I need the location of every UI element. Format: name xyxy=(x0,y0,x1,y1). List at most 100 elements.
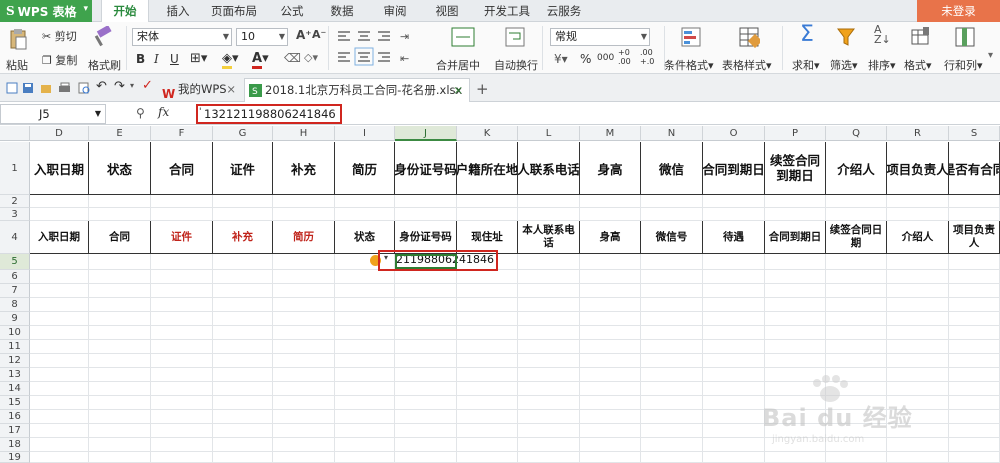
tab-insert[interactable]: 插入 xyxy=(158,0,198,22)
grid-cell[interactable] xyxy=(580,195,641,208)
print-icon[interactable] xyxy=(58,82,70,94)
grid-cell[interactable] xyxy=(949,368,1000,382)
grid-cell[interactable] xyxy=(457,396,518,410)
grid-cell[interactable] xyxy=(89,452,151,463)
close-icon[interactable]: × xyxy=(226,78,236,100)
row-header-6[interactable]: 6 xyxy=(0,270,30,284)
grid-cell[interactable] xyxy=(641,452,703,463)
sort-label[interactable]: 排序▾ xyxy=(868,57,896,73)
tab-view[interactable]: 视图 xyxy=(427,0,467,22)
grid-cell[interactable] xyxy=(703,254,765,270)
row-header-15[interactable]: 15 xyxy=(0,396,30,410)
filter-label[interactable]: 筛选▾ xyxy=(830,57,858,73)
grid-cell[interactable] xyxy=(518,438,580,452)
grid-cell[interactable] xyxy=(887,312,949,326)
grid-cell[interactable] xyxy=(765,312,826,326)
grid-cell[interactable] xyxy=(826,208,887,221)
format-painter-label[interactable]: 格式刷 xyxy=(88,57,121,73)
row-header-11[interactable]: 11 xyxy=(0,340,30,354)
open-icon[interactable] xyxy=(40,82,52,94)
grid-cell[interactable] xyxy=(30,326,89,340)
format-painter-icon[interactable] xyxy=(92,26,114,48)
grid-cell[interactable] xyxy=(213,340,273,354)
conditional-format-label[interactable]: 条件格式▾ xyxy=(664,57,714,73)
grid-cell[interactable] xyxy=(826,254,887,270)
grid-cell[interactable] xyxy=(335,284,395,298)
cut-button[interactable]: ✂ 剪切 xyxy=(42,28,77,44)
tab-cloud[interactable]: 云服务 xyxy=(540,0,588,22)
grid-cell[interactable] xyxy=(395,312,457,326)
grid-cell[interactable] xyxy=(949,438,1000,452)
grid-cell[interactable] xyxy=(395,340,457,354)
grid-cell[interactable] xyxy=(30,270,89,284)
row-header-13[interactable]: 13 xyxy=(0,368,30,382)
grid-cell[interactable] xyxy=(273,340,335,354)
grid-cell[interactable] xyxy=(89,424,151,438)
column-header-f[interactable]: F xyxy=(151,126,213,141)
grid-cell[interactable] xyxy=(151,396,213,410)
grid-cell[interactable] xyxy=(887,284,949,298)
grid-cell[interactable] xyxy=(335,195,395,208)
grid-cell[interactable] xyxy=(89,284,151,298)
grid-cell[interactable] xyxy=(457,270,518,284)
grid-cell[interactable] xyxy=(765,326,826,340)
grid-cell[interactable] xyxy=(151,312,213,326)
grid-cell[interactable] xyxy=(518,396,580,410)
grid-cell[interactable] xyxy=(273,195,335,208)
grid-cell[interactable] xyxy=(826,326,887,340)
table-style-icon[interactable] xyxy=(738,26,760,48)
grid-cell[interactable] xyxy=(518,284,580,298)
grid-cell[interactable] xyxy=(703,410,765,424)
column-header-l[interactable]: L xyxy=(518,126,580,141)
grid-cell[interactable] xyxy=(89,298,151,312)
grid-cell[interactable] xyxy=(395,208,457,221)
grid-cell[interactable] xyxy=(949,340,1000,354)
grid-cell[interactable] xyxy=(273,270,335,284)
grid-cell[interactable] xyxy=(273,254,335,270)
tab-data[interactable]: 数据 xyxy=(322,0,362,22)
grid-cell[interactable] xyxy=(949,354,1000,368)
grid-cell[interactable] xyxy=(949,326,1000,340)
column-header-o[interactable]: O xyxy=(703,126,765,141)
grid-cell[interactable] xyxy=(826,195,887,208)
grid-cell[interactable] xyxy=(703,340,765,354)
grid-cell[interactable] xyxy=(949,195,1000,208)
wrap-text-label[interactable]: 自动换行 xyxy=(494,57,538,73)
grid-cell[interactable] xyxy=(273,298,335,312)
grid-cell[interactable] xyxy=(703,195,765,208)
grid-cell[interactable] xyxy=(518,195,580,208)
grid-cell[interactable] xyxy=(641,284,703,298)
grid-cell[interactable] xyxy=(89,208,151,221)
grid-cell[interactable] xyxy=(335,208,395,221)
grid-cell[interactable] xyxy=(213,396,273,410)
grid-cell[interactable] xyxy=(30,396,89,410)
grid-cell[interactable] xyxy=(213,354,273,368)
column-header-g[interactable]: G xyxy=(213,126,273,141)
grid-cell[interactable] xyxy=(580,354,641,368)
grid-cell[interactable] xyxy=(335,424,395,438)
grid-cell[interactable] xyxy=(765,340,826,354)
grid-cell[interactable] xyxy=(273,208,335,221)
grid-cell[interactable] xyxy=(518,382,580,396)
grid-cell[interactable] xyxy=(30,195,89,208)
tab-developer[interactable]: 开发工具 xyxy=(479,0,535,22)
grid-cell[interactable] xyxy=(273,424,335,438)
grid-cell[interactable] xyxy=(213,208,273,221)
grid-cell[interactable] xyxy=(457,452,518,463)
grid-cell[interactable] xyxy=(89,340,151,354)
grid-cell[interactable] xyxy=(335,396,395,410)
pin-icon[interactable]: ✓ xyxy=(142,78,153,93)
tab-home[interactable]: 开始 xyxy=(101,0,149,23)
close-icon[interactable]: × xyxy=(453,79,463,101)
grid-cell[interactable] xyxy=(213,195,273,208)
grid-cell[interactable] xyxy=(703,298,765,312)
grid-cell[interactable] xyxy=(949,410,1000,424)
grid-cell[interactable] xyxy=(335,382,395,396)
quick-access-more-icon[interactable]: ▾ xyxy=(130,81,134,90)
grid-cell[interactable] xyxy=(273,438,335,452)
grid-cell[interactable] xyxy=(89,270,151,284)
grid-cell[interactable] xyxy=(89,312,151,326)
grid-cell[interactable] xyxy=(213,284,273,298)
grid-cell[interactable] xyxy=(518,424,580,438)
column-header-s[interactable]: S xyxy=(949,126,1000,141)
